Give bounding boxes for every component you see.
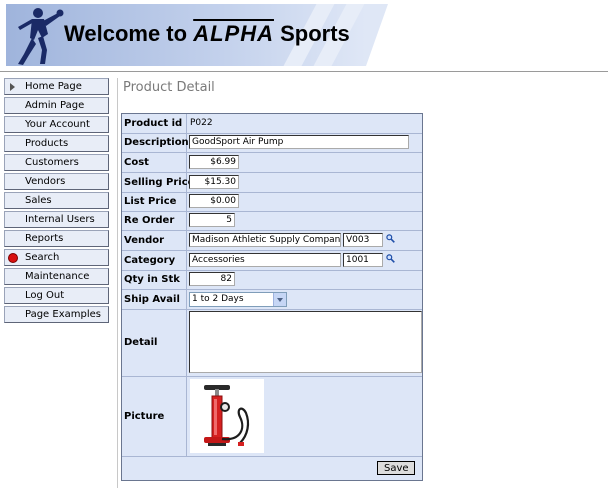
re-order-field[interactable]: 5 bbox=[189, 213, 235, 227]
row-qty-in-stock: Qty in Stk 82 bbox=[122, 270, 422, 290]
sidebar-item-sales[interactable]: Sales bbox=[4, 192, 109, 209]
category-label: Category bbox=[124, 250, 187, 270]
picture-label: Picture bbox=[124, 376, 187, 456]
sidebar-item-admin-page[interactable]: Admin Page bbox=[4, 97, 109, 114]
qty-in-stock-field[interactable]: 82 bbox=[189, 272, 235, 286]
sidebar-divider bbox=[117, 78, 118, 488]
red-dot-icon bbox=[8, 253, 18, 263]
sidebar-item-label: Page Examples bbox=[25, 309, 101, 320]
product-id-value: P022 bbox=[190, 118, 213, 128]
category-lookup-icon[interactable] bbox=[386, 254, 395, 263]
row-vendor: Vendor Madison Athletic Supply Company V… bbox=[122, 230, 422, 251]
sidebar-item-products[interactable]: Products bbox=[4, 135, 109, 152]
cost-field[interactable]: $6.99 bbox=[189, 155, 239, 169]
sidebar-nav: Home Page Admin Page Your Account Products C… bbox=[4, 78, 109, 325]
cost-label: Cost bbox=[124, 152, 187, 172]
sidebar-item-maintenance[interactable]: Maintenance bbox=[4, 268, 109, 285]
sidebar-item-internal-users[interactable]: Internal Users bbox=[4, 211, 109, 228]
product-picture bbox=[190, 379, 264, 453]
row-picture: Picture bbox=[122, 376, 422, 457]
sidebar-item-vendors[interactable]: Vendors bbox=[4, 173, 109, 190]
sidebar-item-label: Home Page bbox=[25, 81, 82, 92]
row-cost: Cost $6.99 bbox=[122, 152, 422, 173]
row-description: Description GoodSport Air Pump bbox=[122, 133, 422, 153]
sidebar-item-label: Log Out bbox=[25, 290, 65, 301]
sidebar-item-your-account[interactable]: Your Account bbox=[4, 116, 109, 133]
qty-in-stock-label: Qty in Stk bbox=[124, 270, 187, 289]
sidebar-item-label: Your Account bbox=[25, 119, 90, 130]
row-ship-avail: Ship Avail 1 to 2 Days bbox=[122, 289, 422, 310]
vendor-lookup-icon[interactable] bbox=[386, 234, 395, 243]
save-button[interactable]: Save bbox=[377, 461, 415, 475]
ship-avail-label: Ship Avail bbox=[124, 289, 187, 309]
sidebar-item-customers[interactable]: Customers bbox=[4, 154, 109, 171]
sidebar-item-label: Admin Page bbox=[25, 100, 85, 111]
sidebar-item-label: Vendors bbox=[25, 176, 66, 187]
category-name-field[interactable]: Accessories bbox=[189, 253, 341, 267]
list-price-label: List Price bbox=[124, 192, 187, 211]
row-category: Category Accessories 1001 bbox=[122, 250, 422, 271]
air-pump-image bbox=[204, 385, 250, 446]
row-detail: Detail bbox=[122, 309, 422, 377]
header-divider bbox=[0, 71, 608, 72]
description-field[interactable]: GoodSport Air Pump bbox=[189, 135, 409, 149]
sidebar-item-search[interactable]: Search bbox=[4, 249, 109, 266]
sidebar-item-label: Search bbox=[25, 252, 60, 263]
ship-avail-select[interactable]: 1 to 2 Days bbox=[189, 292, 287, 307]
banner-title-suffix: Sports bbox=[273, 21, 350, 46]
description-label: Description bbox=[124, 133, 189, 152]
row-list-price: List Price $0.00 bbox=[122, 192, 422, 212]
vendor-code-field[interactable]: V003 bbox=[343, 233, 383, 247]
banner-brand: ALPHA bbox=[193, 21, 274, 46]
category-code-field[interactable]: 1001 bbox=[343, 253, 383, 267]
header-banner: Welcome to ALPHA Sports bbox=[0, 0, 608, 70]
re-order-label: Re Order bbox=[124, 211, 187, 230]
detail-label: Detail bbox=[124, 309, 187, 376]
sidebar-item-label: Customers bbox=[25, 157, 79, 168]
detail-textarea[interactable] bbox=[189, 311, 422, 373]
row-re-order: Re Order 5 bbox=[122, 211, 422, 231]
sidebar-item-log-out[interactable]: Log Out bbox=[4, 287, 109, 304]
chevron-right-icon bbox=[10, 83, 15, 91]
sidebar-item-reports[interactable]: Reports bbox=[4, 230, 109, 247]
page-title: Product Detail bbox=[123, 80, 215, 95]
banner-title: Welcome to ALPHA Sports bbox=[64, 21, 350, 47]
sidebar-item-label: Products bbox=[25, 138, 69, 149]
sidebar-item-label: Internal Users bbox=[25, 214, 95, 225]
sidebar-item-home-page[interactable]: Home Page bbox=[4, 78, 109, 95]
sidebar-item-label: Reports bbox=[25, 233, 64, 244]
selling-price-field[interactable]: $15.30 bbox=[189, 175, 239, 189]
chevron-down-icon[interactable] bbox=[273, 293, 286, 306]
banner-title-prefix: Welcome to bbox=[64, 21, 194, 46]
sidebar-item-page-examples[interactable]: Page Examples bbox=[4, 306, 109, 323]
vendor-name-field[interactable]: Madison Athletic Supply Company bbox=[189, 233, 341, 247]
ship-avail-selected: 1 to 2 Days bbox=[192, 294, 244, 304]
row-selling-price: Selling Price $15.30 bbox=[122, 172, 422, 193]
list-price-field[interactable]: $0.00 bbox=[189, 194, 239, 208]
product-detail-form: Product id P022 Description GoodSport Ai… bbox=[121, 113, 423, 481]
sidebar-item-label: Sales bbox=[25, 195, 52, 206]
vendor-label: Vendor bbox=[124, 230, 187, 250]
discus-thrower-logo bbox=[18, 8, 64, 65]
selling-price-label: Selling Price bbox=[124, 172, 194, 192]
row-product-id: Product id P022 bbox=[122, 114, 422, 134]
product-id-label: Product id bbox=[124, 114, 187, 133]
sidebar-item-label: Maintenance bbox=[25, 271, 90, 282]
